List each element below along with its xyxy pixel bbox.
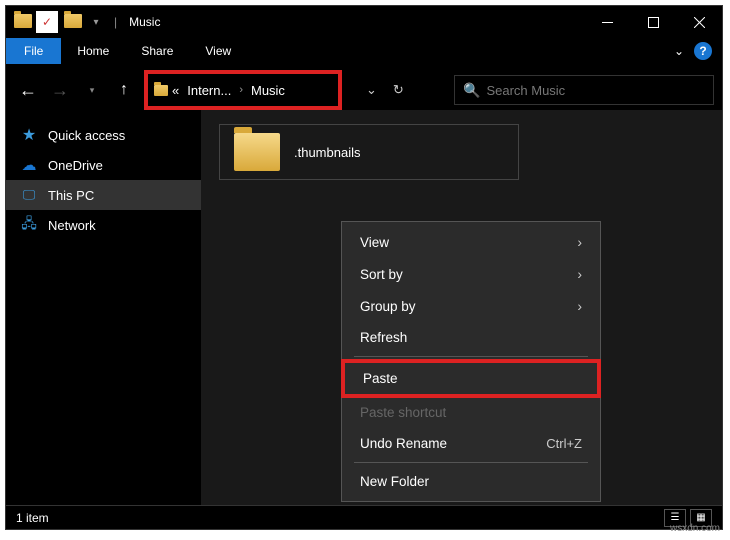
up-button[interactable]: ↑ [110, 76, 138, 104]
address-prefix: « [168, 83, 183, 98]
sidebar-item-quick-access[interactable]: ★ Quick access [6, 120, 201, 150]
ctx-separator [354, 462, 588, 463]
tab-view[interactable]: View [189, 40, 247, 62]
window-controls [584, 6, 722, 38]
status-bar: 1 item ☰ ▦ [6, 505, 722, 529]
maximize-button[interactable] [630, 6, 676, 38]
watermark: wsxdn.com [670, 523, 720, 534]
folder-name: .thumbnails [294, 145, 360, 160]
address-tools: ⌄ ↻ [366, 82, 404, 98]
cloud-icon: ☁ [20, 156, 38, 174]
status-text: 1 item [16, 511, 49, 525]
folder-item[interactable]: .thumbnails [219, 124, 519, 180]
title-folder-icon [64, 14, 80, 30]
navigation-row: ← → ▾ ↑ « Intern... › Music ⌄ ↻ 🔍 Search… [6, 70, 722, 110]
sidebar-item-label: Network [48, 218, 96, 233]
ctx-paste-shortcut: Paste shortcut [342, 397, 600, 428]
address-bar[interactable]: « Intern... › Music [148, 75, 338, 105]
ctx-sort-by[interactable]: Sort by› [342, 258, 600, 290]
ctx-shortcut-label: Ctrl+Z [546, 436, 582, 451]
navigation-pane: ★ Quick access ☁ OneDrive 🖵 This PC 🖧 Ne… [6, 110, 201, 505]
address-segment-1[interactable]: Music [247, 83, 289, 98]
context-menu: View› Sort by› Group by› Refresh Paste P… [341, 221, 601, 502]
breadcrumb-separator: › [235, 84, 247, 96]
sidebar-item-label: Quick access [48, 128, 125, 143]
ctx-separator [354, 356, 588, 357]
address-segment-0[interactable]: Intern... [183, 83, 235, 98]
ribbon-collapse-icon[interactable]: ⌄ [674, 44, 684, 58]
qa-dropdown-icon[interactable]: ▾ [86, 17, 106, 28]
ctx-group-by[interactable]: Group by› [342, 290, 600, 322]
address-dropdown-icon[interactable]: ⌄ [366, 82, 377, 98]
window-title: Music [125, 15, 160, 29]
sidebar-item-onedrive[interactable]: ☁ OneDrive [6, 150, 201, 180]
quick-access-toolbar-icon[interactable]: ✓ [36, 11, 58, 33]
chevron-right-icon: › [577, 298, 582, 314]
tab-share[interactable]: Share [125, 40, 189, 62]
sidebar-item-network[interactable]: 🖧 Network [6, 210, 201, 240]
pc-icon: 🖵 [20, 186, 38, 204]
help-icon[interactable]: ? [694, 42, 712, 60]
search-input[interactable]: 🔍 Search Music [454, 75, 714, 105]
ribbon-tabs: File Home Share View ⌄ ? [6, 38, 722, 64]
title-left: ✓ ▾ | Music [6, 11, 160, 33]
file-tab[interactable]: File [6, 38, 61, 64]
sidebar-item-label: OneDrive [48, 158, 103, 173]
search-placeholder: Search Music [486, 83, 565, 98]
title-bar: ✓ ▾ | Music [6, 6, 722, 38]
network-icon: 🖧 [20, 216, 38, 234]
folder-icon [234, 133, 280, 171]
star-icon: ★ [20, 126, 38, 144]
tab-home[interactable]: Home [61, 40, 125, 62]
system-folder-icon[interactable] [14, 14, 30, 30]
ctx-paste[interactable]: Paste [341, 359, 601, 398]
refresh-icon[interactable]: ↻ [393, 82, 404, 98]
title-separator: | [112, 15, 119, 29]
sidebar-item-label: This PC [48, 188, 94, 203]
address-folder-icon [154, 85, 168, 96]
sidebar-item-this-pc[interactable]: 🖵 This PC [6, 180, 201, 210]
chevron-right-icon: › [577, 234, 582, 250]
address-bar-highlight: « Intern... › Music [144, 70, 342, 110]
ctx-undo-rename[interactable]: Undo RenameCtrl+Z [342, 428, 600, 459]
explorer-window: ✓ ▾ | Music File Home Share View ⌄ ? ← →… [5, 5, 723, 530]
forward-button[interactable]: → [46, 76, 74, 104]
close-button[interactable] [676, 6, 722, 38]
chevron-right-icon: › [577, 266, 582, 282]
ctx-view[interactable]: View› [342, 226, 600, 258]
minimize-button[interactable] [584, 6, 630, 38]
back-button[interactable]: ← [14, 76, 42, 104]
recent-locations-icon[interactable]: ▾ [78, 76, 106, 104]
ctx-refresh[interactable]: Refresh [342, 322, 600, 353]
ctx-new-folder[interactable]: New Folder [342, 466, 600, 497]
search-icon: 🔍 [463, 82, 480, 99]
